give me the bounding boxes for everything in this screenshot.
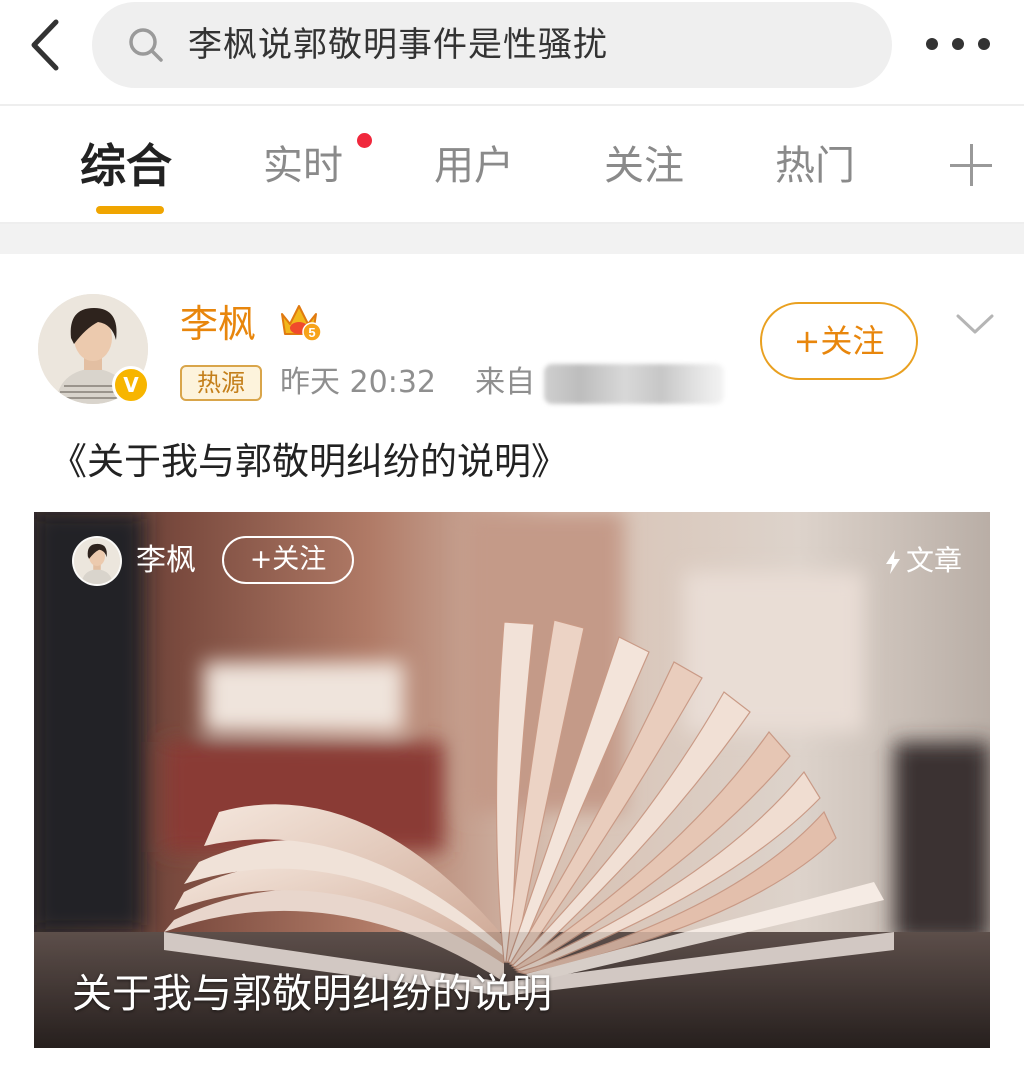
search-icon [129,28,163,62]
back-button[interactable] [22,12,76,78]
top-bar: 李枫说郭敬明事件是性骚扰 [0,0,1024,104]
chevron-left-icon [31,19,59,71]
crown-level: 5 [308,325,315,340]
card-author: 李枫 [136,543,196,578]
crown-icon: 5 [281,305,322,342]
card-avatar-image [74,538,120,584]
more-dot [926,38,938,50]
more-dot [952,38,964,50]
post-time: 昨天 20:32 [280,365,436,400]
tab-following[interactable]: 关注 [604,136,684,196]
plus-icon[interactable] [946,140,996,190]
tab-comprehensive[interactable]: 综合 [80,136,172,196]
post-meta: 昨天 20:32 来自 [280,360,535,406]
card-caption: 关于我与郭敬明纠纷的说明 [72,971,552,1017]
status-badge: 热源 [180,365,262,401]
verified-icon [112,366,150,404]
blurred-source [544,364,724,404]
article-card[interactable]: 李枫 +关注 文章 关于我与郭敬明纠纷的说明 [34,512,990,1048]
post-source-prefix: 来自 [475,365,536,400]
active-tab-indicator [96,206,164,214]
post-title: 《关于我与郭敬明纠纷的说明》 [50,440,568,483]
post-menu-button[interactable] [950,304,1000,344]
search-query: 李枫说郭敬明事件是性骚扰 [188,25,608,65]
card-avatar [72,536,122,586]
post-author[interactable]: 李枫 [180,296,256,352]
tab-bar: 综合 实时 用户 关注 热门 [0,106,1024,222]
section-gap [0,224,1024,254]
chevron-down-icon [956,314,994,334]
tab-realtime[interactable]: 实时 [263,136,343,196]
card-follow-button[interactable]: +关注 [222,536,354,584]
more-dot [978,38,990,50]
article-type-label: 文章 [884,536,962,586]
tab-users[interactable]: 用户 [434,136,514,196]
search-input[interactable]: 李枫说郭敬明事件是性骚扰 [92,2,892,88]
lightning-icon [885,550,900,574]
more-button[interactable] [920,22,996,66]
notification-dot [357,133,372,148]
tab-hot[interactable]: 热门 [775,136,855,196]
article-type-text: 文章 [905,544,962,577]
follow-button[interactable]: +关注 [760,302,918,380]
